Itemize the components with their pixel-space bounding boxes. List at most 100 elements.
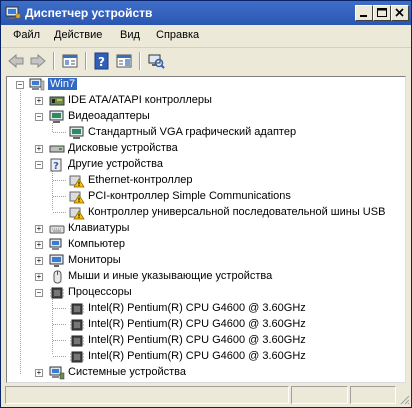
back-arrow-icon[interactable] — [7, 52, 25, 70]
tree-item-vga-adapter[interactable]: Стандартный VGA графический адаптер — [7, 125, 405, 141]
warning-device-icon — [69, 207, 85, 220]
tree-item-label: PCI-контроллер Simple Communications — [88, 190, 291, 202]
tree-item-cpu[interactable]: Intel(R) Pentium(R) CPU G4600 @ 3.60GHz — [7, 349, 405, 365]
collapse-toggle[interactable]: − — [16, 81, 24, 89]
tree-item-label: Контроллер универсальной последовательно… — [88, 206, 386, 218]
computer-icon — [49, 238, 62, 250]
toolbar-separator — [53, 52, 55, 70]
status-bar — [1, 384, 411, 406]
tree-item-cpu[interactable]: Intel(R) Pentium(R) CPU G4600 @ 3.60GHz — [7, 317, 405, 333]
expand-toggle[interactable]: + — [35, 241, 43, 249]
maximize-icon — [377, 8, 387, 17]
close-icon — [395, 8, 404, 17]
menu-bar: Файл Действие Вид Справка — [1, 26, 411, 46]
tree-item-label: Процессоры — [68, 286, 132, 298]
processor-icon — [50, 287, 64, 299]
tree-item-label: Intel(R) Pentium(R) CPU G4600 @ 3.60GHz — [88, 302, 306, 314]
tree-root[interactable]: − Win7 — [7, 77, 405, 93]
system-device-icon — [49, 366, 65, 380]
minimize-icon — [360, 15, 367, 17]
unknown-device-icon: ? — [50, 158, 62, 172]
tree-item-label: Компьютер — [68, 238, 125, 250]
collapse-toggle[interactable]: − — [35, 289, 43, 297]
processor-icon — [70, 303, 84, 315]
expand-toggle[interactable]: + — [35, 225, 43, 233]
tree-item-pci-controller[interactable]: PCI-контроллер Simple Communications — [7, 189, 405, 205]
maximize-button[interactable] — [373, 5, 391, 21]
expand-toggle[interactable]: + — [35, 97, 43, 105]
close-button[interactable] — [391, 5, 409, 21]
tree-item-usb-controller[interactable]: Контроллер универсальной последовательно… — [7, 205, 405, 221]
tree-item-ide[interactable]: + IDE ATA/ATAPI контроллеры — [7, 93, 405, 109]
tree-item-computer[interactable]: + Компьютер — [7, 237, 405, 253]
toolbar-separator — [139, 52, 141, 70]
processor-icon — [70, 319, 84, 331]
status-panel — [291, 386, 348, 404]
device-manager-icon — [5, 6, 21, 19]
tree-item-label: Видеоадаптеры — [68, 110, 150, 122]
properties-icon[interactable] — [61, 52, 79, 70]
menu-action[interactable]: Действие — [54, 29, 102, 41]
collapse-toggle[interactable]: − — [35, 161, 43, 169]
mouse-icon — [53, 270, 62, 284]
show-hide-console-icon[interactable] — [115, 52, 133, 70]
status-panel — [5, 386, 289, 404]
tree-item-cpu[interactable]: Intel(R) Pentium(R) CPU G4600 @ 3.60GHz — [7, 301, 405, 317]
device-manager-window: Диспетчер устройств Файл Действие Вид Сп… — [0, 0, 412, 408]
menu-file[interactable]: Файл — [13, 29, 40, 41]
expand-toggle[interactable]: + — [35, 369, 43, 377]
tree-item-label: Intel(R) Pentium(R) CPU G4600 @ 3.60GHz — [88, 334, 306, 346]
collapse-toggle[interactable]: − — [35, 113, 43, 121]
title-bar[interactable]: Диспетчер устройств — [1, 1, 411, 25]
forward-arrow-icon[interactable] — [29, 52, 47, 70]
tree-item-system-devices[interactable]: + Системные устройства — [7, 365, 405, 381]
tree-item-monitors[interactable]: + Мониторы — [7, 253, 405, 269]
expand-toggle[interactable]: + — [35, 257, 43, 265]
tree-item-label: Мониторы — [68, 254, 121, 266]
tree-item-label: Intel(R) Pentium(R) CPU G4600 @ 3.60GHz — [88, 350, 306, 362]
tree-item-label: Ethernet-контроллер — [88, 174, 193, 186]
svg-text:?: ? — [98, 55, 105, 69]
status-panel — [350, 386, 396, 404]
tree-item-label: Intel(R) Pentium(R) CPU G4600 @ 3.60GHz — [88, 318, 306, 330]
tree-item-video-adapters[interactable]: − Видеоадаптеры — [7, 109, 405, 125]
display-adapter-icon — [49, 110, 64, 123]
tree-item-label: Клавиатуры — [68, 222, 130, 234]
warning-device-icon — [69, 175, 85, 188]
device-tree[interactable]: − Win7 + IDE ATA/ATAPI контроллеры − Вид… — [6, 76, 406, 383]
tree-item-label: Стандартный VGA графический адаптер — [88, 126, 297, 138]
disk-drive-icon — [49, 145, 65, 153]
tree-item-keyboards[interactable]: + Клавиатуры — [7, 221, 405, 237]
menu-help[interactable]: Справка — [156, 29, 199, 41]
toolbar-separator — [85, 52, 87, 70]
expand-toggle[interactable]: + — [35, 273, 43, 281]
tree-item-label: Дисковые устройства — [68, 142, 178, 154]
scan-hardware-icon[interactable] — [147, 52, 165, 70]
svg-text:?: ? — [53, 161, 59, 172]
warning-device-icon — [69, 191, 85, 204]
tree-item-mice[interactable]: + Мыши и иные указывающие устройства — [7, 269, 405, 285]
display-adapter-icon — [69, 126, 84, 139]
tree-item-label: IDE ATA/ATAPI контроллеры — [68, 94, 212, 106]
tree-item-processors[interactable]: − Процессоры — [7, 285, 405, 301]
tree-item-label: Системные устройства — [68, 366, 187, 378]
tree-root-label: Win7 — [48, 78, 78, 90]
help-icon[interactable]: ? — [93, 52, 111, 70]
toolbar: ? — [1, 47, 411, 74]
expand-toggle[interactable]: + — [35, 145, 43, 153]
menu-view[interactable]: Вид — [120, 29, 140, 41]
processor-icon — [70, 335, 84, 347]
tree-item-label: Мыши и иные указывающие устройства — [68, 270, 273, 282]
processor-icon — [70, 351, 84, 363]
keyboard-icon — [49, 225, 65, 234]
resize-grip-icon[interactable] — [398, 393, 410, 405]
tree-item-cpu[interactable]: Intel(R) Pentium(R) CPU G4600 @ 3.60GHz — [7, 333, 405, 349]
tree-item-ethernet[interactable]: Ethernet-контроллер — [7, 173, 405, 189]
monitor-icon — [49, 254, 64, 267]
computer-icon — [29, 78, 45, 91]
tree-item-disk-drives[interactable]: + Дисковые устройства — [7, 141, 405, 157]
tree-item-label: Другие устройства — [68, 158, 163, 170]
window-title: Диспетчер устройств — [25, 6, 153, 20]
tree-item-other-devices[interactable]: − ? Другие устройства — [7, 157, 405, 173]
minimize-button[interactable] — [355, 5, 373, 21]
